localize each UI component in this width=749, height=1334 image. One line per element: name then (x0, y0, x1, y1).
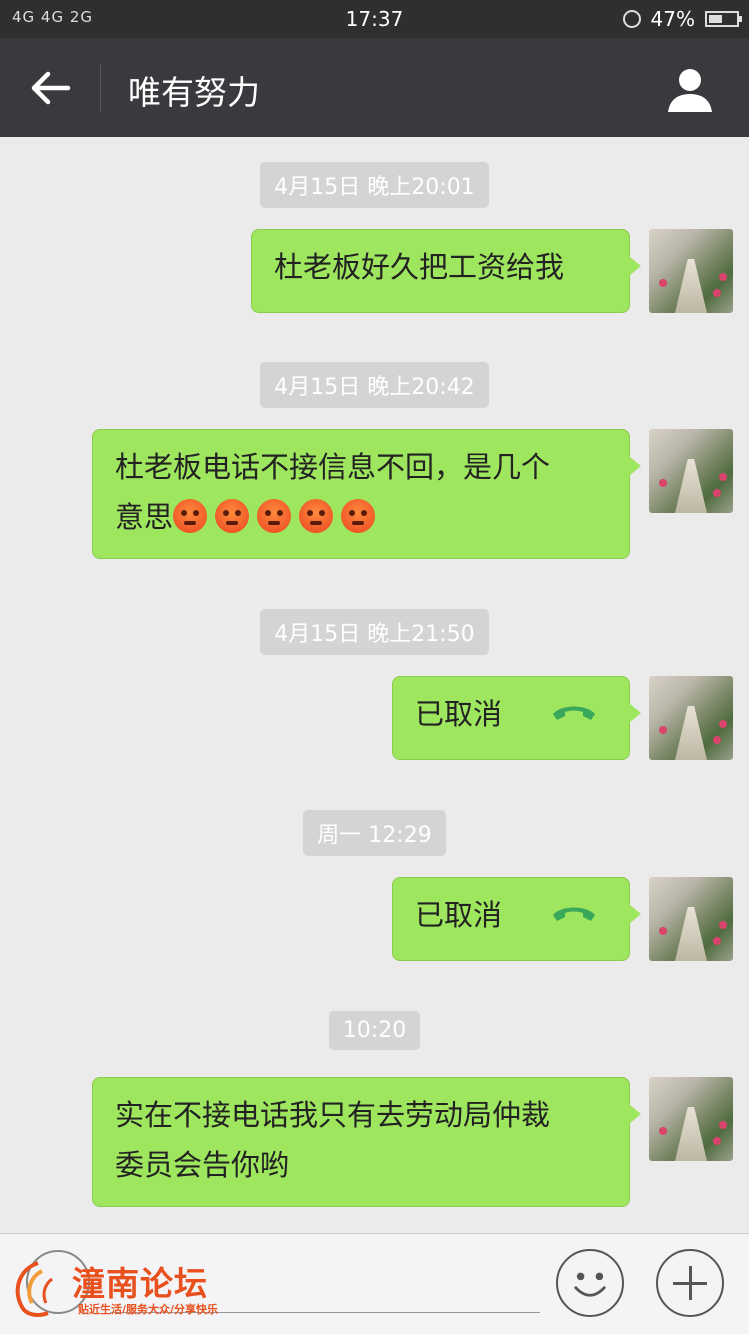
message-bubble[interactable]: 杜老板好久把工资给我 (251, 229, 641, 313)
message-bubble[interactable]: 实在不接电话我只有去劳动局仲裁 委员会告你哟 (92, 1077, 641, 1207)
forum-slogan: 贴近生活/服务大众/分享快乐 (78, 1303, 219, 1316)
message-text-line2: 委员会告你哟 (115, 1148, 290, 1182)
alarm-icon (622, 10, 641, 28)
sender-avatar[interactable] (649, 229, 733, 313)
message-timestamp: 周一 12:29 (0, 810, 749, 856)
message-timestamp: 4月15日 晚上21:50 (0, 609, 749, 655)
phone-hangup-icon (553, 907, 596, 921)
back-arrow-icon[interactable] (28, 68, 72, 108)
sender-avatar[interactable] (649, 676, 733, 760)
message-list[interactable]: 4月15日 晚上20:01 杜老板好久把工资给我 4月15日 晚上20:42 杜… (0, 137, 749, 1233)
sender-avatar[interactable] (649, 1077, 733, 1161)
angry-emoji-icon (215, 499, 250, 533)
forum-logo-icon (15, 1261, 53, 1317)
emoji-button[interactable] (556, 1249, 624, 1317)
message-text: 杜老板电话不接信息不回，是几个 (115, 450, 551, 484)
angry-emoji-icon (173, 499, 208, 533)
status-right: 47% (622, 7, 742, 31)
battery-icon (705, 11, 742, 27)
sender-avatar[interactable] (649, 429, 733, 513)
status-bar: 4G 4G 2G 17:37 47% (0, 0, 749, 38)
message-text: 实在不接电话我只有去劳动局仲裁 (115, 1098, 551, 1132)
sender-avatar[interactable] (649, 877, 733, 961)
message-bubble[interactable]: 杜老板电话不接信息不回，是几个 意思 (92, 429, 641, 559)
message-text-line2: 意思 (115, 492, 607, 542)
more-options-button[interactable] (656, 1249, 724, 1317)
call-bubble[interactable]: 已取消 (392, 877, 641, 961)
angry-emoji-icon (341, 499, 376, 533)
message-timestamp: 4月15日 晚上20:01 (0, 162, 749, 208)
angry-emoji-icon (257, 499, 292, 533)
header-divider (100, 64, 101, 112)
battery-percent: 47% (650, 7, 695, 31)
forum-name: 潼南论坛 (72, 1264, 208, 1303)
chat-title: 唯有努力 (128, 73, 260, 112)
angry-emoji-icon (299, 499, 334, 533)
message-timestamp: 10:20 (0, 1011, 749, 1050)
message-text: 杜老板好久把工资给我 (274, 250, 565, 284)
contact-profile-icon[interactable] (666, 66, 714, 112)
message-timestamp: 4月15日 晚上20:42 (0, 362, 749, 408)
chat-header: 唯有努力 (0, 38, 749, 137)
call-bubble[interactable]: 已取消 (392, 676, 641, 760)
call-status-text: 已取消 (415, 697, 503, 731)
phone-hangup-icon (553, 706, 596, 720)
call-status-text: 已取消 (415, 898, 503, 932)
forum-watermark: 潼南论坛 贴近生活/服务大众/分享快乐 (8, 1253, 248, 1323)
